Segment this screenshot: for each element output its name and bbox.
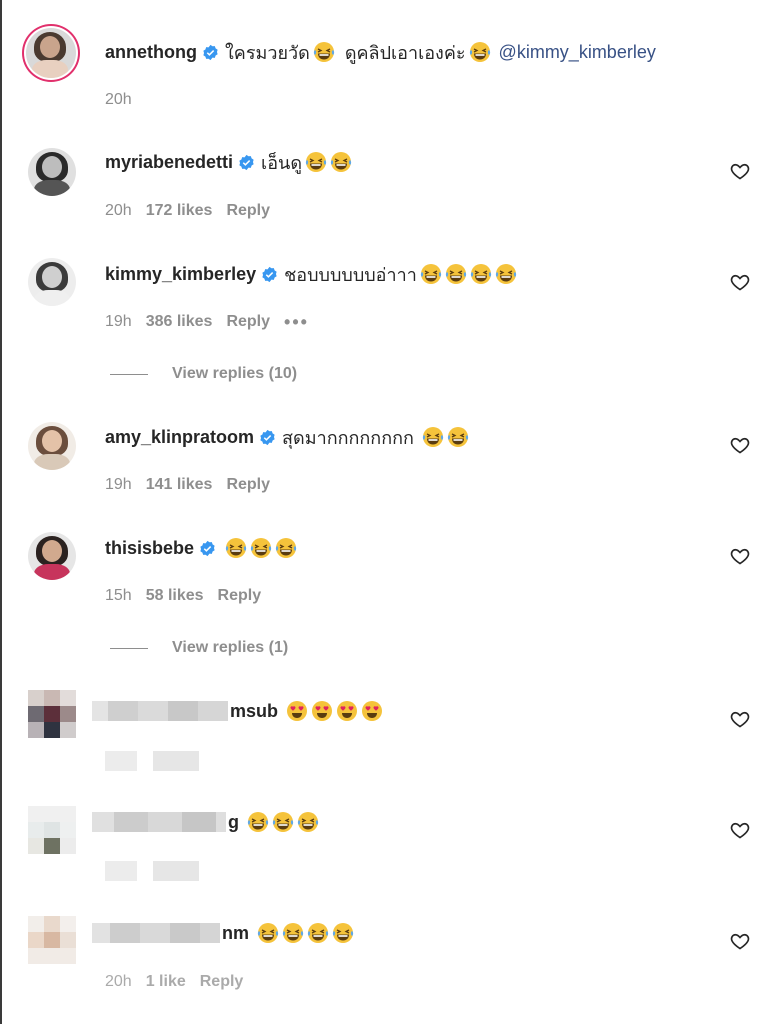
grinning-squinting-tears-emoji-icon [447, 426, 469, 448]
blurred-meta [105, 750, 199, 772]
more-options-button[interactable]: ••• [284, 312, 309, 333]
comment-time[interactable]: 20h [105, 91, 132, 109]
replies-divider [110, 647, 148, 649]
view-replies-button[interactable]: View replies (10) [110, 364, 297, 384]
likes-count[interactable]: 141 likes [146, 476, 213, 494]
grinning-squinting-tears-emoji-icon [225, 537, 247, 559]
comment-text: ใครมวยวัด [225, 42, 310, 63]
username[interactable]: annethong [105, 42, 197, 63]
comment-text: ชอบบบบบบอ่าาา [284, 264, 417, 285]
comment-text: เอ็นดู [261, 152, 303, 173]
grinning-squinting-tears-emoji-icon [495, 263, 517, 285]
reply-button[interactable]: Reply [226, 476, 270, 494]
grinning-squinting-tears-emoji-icon [305, 151, 327, 173]
heart-eyes-emoji-icon [361, 700, 383, 722]
grinning-squinting-tears-emoji-icon [307, 922, 329, 944]
reply-button[interactable]: Reply [218, 587, 262, 605]
grinning-squinting-tears-emoji-icon [445, 263, 467, 285]
heart-icon[interactable] [730, 709, 750, 729]
comment-text-2: ดูคลิปเอาเองค่ะ [344, 42, 466, 63]
grinning-squinting-tears-emoji-icon [257, 922, 279, 944]
blurred-username[interactable]: nm [92, 922, 354, 944]
heart-eyes-emoji-icon [286, 700, 308, 722]
grinning-squinting-tears-emoji-icon [272, 811, 294, 833]
reply-button[interactable]: Reply [226, 313, 270, 331]
grinning-squinting-tears-emoji-icon [470, 263, 492, 285]
view-replies-label: View replies (10) [172, 365, 298, 382]
avatar-blurred[interactable] [28, 806, 76, 854]
verified-icon [238, 154, 255, 171]
heart-eyes-emoji-icon [336, 700, 358, 722]
grinning-squinting-tears-emoji-icon [422, 426, 444, 448]
heart-icon[interactable] [730, 820, 750, 840]
replies-divider [110, 373, 148, 375]
grinning-squinting-tears-emoji-icon [297, 811, 319, 833]
view-replies-label: View replies (1) [172, 639, 289, 656]
heart-icon[interactable] [730, 272, 750, 292]
comment-time[interactable]: 15h [105, 587, 132, 605]
grinning-squinting-tears-emoji-icon [330, 151, 352, 173]
avatar-myriabenedetti[interactable] [28, 148, 76, 196]
view-replies-button[interactable]: View replies (1) [110, 638, 288, 658]
avatar-thisisbebe[interactable] [28, 532, 76, 580]
heart-icon[interactable] [730, 161, 750, 181]
username[interactable]: thisisbebe [105, 538, 194, 559]
username-visible-part: msub [230, 700, 279, 721]
username[interactable]: kimmy_kimberley [105, 264, 256, 285]
heart-eyes-emoji-icon [311, 700, 333, 722]
grinning-squinting-tears-emoji-icon [469, 41, 491, 63]
window-edge [0, 0, 2, 1024]
avatar-blurred[interactable] [28, 690, 76, 738]
grinning-squinting-tears-emoji-icon [332, 922, 354, 944]
username-visible-part: g [228, 811, 239, 832]
blurred-meta [105, 860, 199, 882]
avatar-amy-klinpratoom[interactable] [28, 422, 76, 470]
comment-time[interactable]: 20h [105, 973, 132, 991]
reply-button[interactable]: Reply [200, 973, 244, 991]
heart-icon[interactable] [730, 435, 750, 455]
grinning-squinting-tears-emoji-icon [313, 41, 335, 63]
mention-link[interactable]: @kimmy_kimberley [499, 42, 656, 63]
verified-icon [259, 429, 276, 446]
likes-count[interactable]: 58 likes [146, 587, 204, 605]
avatar-annethong[interactable] [26, 28, 76, 78]
likes-count[interactable]: 386 likes [146, 313, 213, 331]
comment-time[interactable]: 19h [105, 476, 132, 494]
blurred-username[interactable]: g [92, 811, 319, 833]
avatar-kimmy-kimberley[interactable] [28, 258, 76, 306]
reply-button[interactable]: Reply [226, 202, 270, 220]
username[interactable]: amy_klinpratoom [105, 427, 254, 448]
grinning-squinting-tears-emoji-icon [282, 922, 304, 944]
avatar-blurred[interactable] [28, 916, 76, 964]
likes-count[interactable]: 172 likes [146, 202, 213, 220]
likes-count[interactable]: 1 like [146, 973, 186, 991]
comment-time[interactable]: 19h [105, 313, 132, 331]
grinning-squinting-tears-emoji-icon [250, 537, 272, 559]
heart-icon[interactable] [730, 931, 750, 951]
comment-text: สุดมากกกกกกกก [282, 427, 414, 448]
username[interactable]: myriabenedetti [105, 152, 233, 173]
grinning-squinting-tears-emoji-icon [420, 263, 442, 285]
heart-icon[interactable] [730, 546, 750, 566]
username-visible-part: nm [222, 922, 249, 943]
grinning-squinting-tears-emoji-icon [275, 537, 297, 559]
verified-icon [261, 266, 278, 283]
grinning-squinting-tears-emoji-icon [247, 811, 269, 833]
verified-icon [199, 540, 216, 557]
comment-time[interactable]: 20h [105, 202, 132, 220]
blurred-username[interactable]: msub [92, 700, 383, 722]
verified-icon [202, 44, 219, 61]
